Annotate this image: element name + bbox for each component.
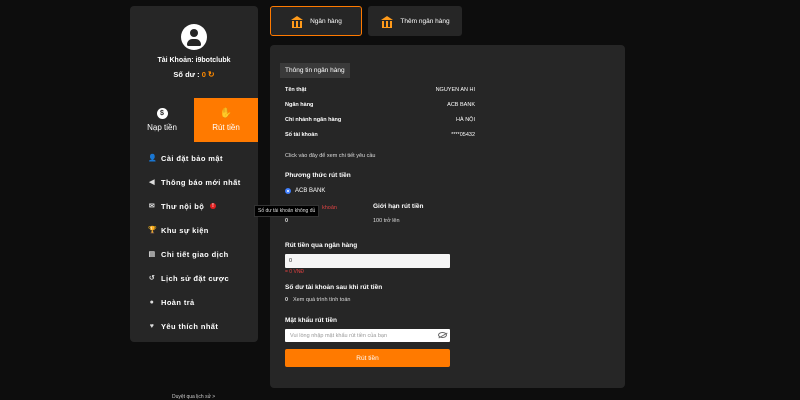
- info-key: Ngân hàng: [285, 102, 314, 108]
- menu-item-label: Cài đặt bảo mật: [161, 153, 223, 163]
- after-balance-title: Số dư tài khoản sau khi rút tiền: [285, 284, 383, 291]
- heart-icon: ♥: [149, 322, 155, 330]
- calculation-link[interactable]: Xem quá trình tính toán: [293, 297, 350, 303]
- menu-item-label: Chi tiết giao dịch: [161, 249, 229, 259]
- account-sidebar: Tài Khoản: i9botclubk Số dư : 0 ↻ $ Nạp …: [130, 6, 258, 342]
- trophy-icon: 🏆: [148, 227, 158, 234]
- clipboard-icon: ▤: [148, 251, 156, 258]
- balance-label: Số dư :: [173, 70, 200, 79]
- amount-warning: = 0 VNĐ: [285, 269, 305, 275]
- sidebar-menu: 👤 Cài đặt bảo mật ◀ Thông báo mới nhất ✉…: [130, 142, 258, 338]
- limit-title: Giới hạn rút tiền: [373, 203, 424, 210]
- tab-bank[interactable]: Ngân hàng: [270, 6, 362, 36]
- menu-item-label: Hoàn trả: [161, 297, 195, 307]
- menu-item-announcements[interactable]: ◀ Thông báo mới nhất: [130, 170, 258, 194]
- menu-item-bet-history[interactable]: ↺ Lịch sử đặt cược: [130, 266, 258, 290]
- menu-item-label: Thư nội bộ: [161, 201, 205, 211]
- menu-item-label: Khu sự kiện: [161, 225, 209, 235]
- withdraw-submit-button[interactable]: Rút tiền: [285, 349, 450, 367]
- method-option-acb[interactable]: ACB BANK: [285, 188, 325, 194]
- password-input[interactable]: Vui lòng nhập mật khẩu rút tiền của bạn: [285, 329, 450, 342]
- menu-item-label: Thông báo mới nhất: [161, 177, 241, 187]
- menu-item-inbox[interactable]: ✉ Thư nội bộ !: [130, 194, 258, 218]
- info-value: ACB BANK: [447, 102, 475, 108]
- info-key: Chi nhánh ngân hàng: [285, 117, 342, 123]
- info-key: Tên thật: [285, 87, 307, 93]
- info-row-bank: Ngân hàng ACB BANK: [285, 102, 475, 108]
- password-placeholder: Vui lòng nhập mật khẩu rút tiền của bạn: [290, 332, 388, 339]
- envelope-icon: ✉: [148, 203, 156, 210]
- tab-deposit[interactable]: $ Nạp tiền: [130, 98, 194, 142]
- tab-bank-label: Ngân hàng: [310, 17, 342, 25]
- dollar-coin-icon: $: [156, 108, 168, 119]
- profile-section: Tài Khoản: i9botclubk Số dư : 0 ↻: [130, 6, 258, 98]
- withdraw-panel: Thông tin ngân hàng Tên thật NGUYEN AN H…: [270, 45, 625, 388]
- info-value: NGUYEN AN HI: [435, 87, 475, 93]
- info-value: ****05432: [451, 132, 475, 138]
- tab-add-bank[interactable]: Thêm ngân hàng: [368, 6, 462, 36]
- hand-money-icon: ✋: [219, 108, 233, 119]
- info-row-account: Số tài khoản ****05432: [285, 132, 475, 138]
- limit-value: 100 trở lên: [373, 218, 400, 224]
- remaining-value: 0: [285, 218, 289, 224]
- account-name: Tài Khoản: i9botclubk: [157, 57, 231, 64]
- password-title: Mật khẩu rút tiền: [285, 317, 338, 324]
- user-lock-icon: 👤: [148, 155, 158, 162]
- menu-item-events[interactable]: 🏆 Khu sự kiện: [130, 218, 258, 242]
- bank-add-icon: [380, 15, 394, 28]
- info-row-name: Tên thật NGUYEN AN HI: [285, 87, 475, 93]
- balance-value: 0: [201, 70, 206, 79]
- refresh-icon[interactable]: ↻: [208, 70, 215, 79]
- info-key: Số tài khoản: [285, 132, 318, 138]
- unread-badge: !: [210, 203, 217, 209]
- insufficient-balance-tooltip: Số dư tài khoản không đủ: [254, 205, 320, 217]
- method-option-label: ACB BANK: [295, 188, 326, 194]
- tab-deposit-label: Nạp tiền: [147, 123, 177, 132]
- menu-item-favorites[interactable]: ♥ Yêu thích nhất: [130, 314, 258, 338]
- megaphone-icon: ◀: [149, 179, 155, 186]
- remaining-label: khoản: [322, 205, 337, 211]
- balance-display: Số dư : 0 ↻: [173, 70, 214, 79]
- menu-item-label: Lịch sử đặt cược: [161, 273, 230, 283]
- eye-slash-icon[interactable]: [438, 332, 447, 338]
- amount-title: Rút tiền qua ngân hàng: [285, 242, 358, 249]
- amount-input[interactable]: 0: [285, 254, 450, 268]
- method-title: Phương thức rút tiền: [285, 172, 351, 179]
- tab-add-bank-label: Thêm ngân hàng: [400, 17, 450, 25]
- avatar-icon: [181, 24, 207, 50]
- menu-item-label: Yêu thích nhất: [161, 321, 219, 331]
- tab-withdraw[interactable]: ✋ Rút tiền: [194, 98, 258, 142]
- detail-link[interactable]: Click vào đây để xem chi tiết yêu cầu: [285, 153, 376, 159]
- radio-selected-icon: [285, 188, 291, 194]
- info-value: HÀ NỘI: [456, 117, 475, 123]
- info-row-branch: Chi nhánh ngân hàng HÀ NỘI: [285, 117, 475, 123]
- menu-item-security[interactable]: 👤 Cài đặt bảo mật: [130, 146, 258, 170]
- history-icon: ↺: [148, 275, 156, 282]
- bank-icon: [290, 15, 304, 28]
- menu-item-transactions[interactable]: ▤ Chi tiết giao dịch: [130, 242, 258, 266]
- tab-withdraw-label: Rút tiền: [212, 123, 240, 132]
- after-balance-value: 0: [285, 297, 289, 303]
- history-link[interactable]: Duyệt qua lịch sử >: [172, 394, 215, 400]
- section-title: Thông tin ngân hàng: [280, 63, 350, 78]
- menu-item-rebate[interactable]: ● Hoàn trả: [130, 290, 258, 314]
- coin-icon: ●: [149, 298, 155, 306]
